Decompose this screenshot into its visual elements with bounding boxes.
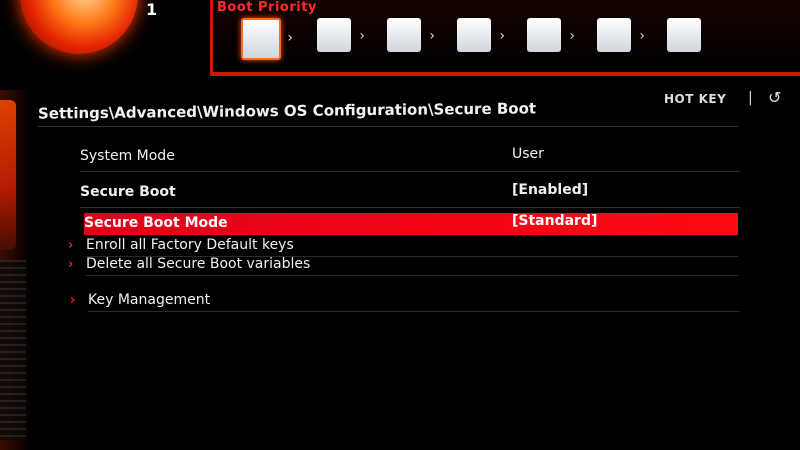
- chevron-right-icon: ›: [68, 257, 74, 272]
- setting-value[interactable]: [Enabled]: [512, 182, 588, 198]
- submenu-key-management[interactable]: › Key Management: [70, 292, 740, 312]
- boot-device-7[interactable]: [667, 18, 701, 52]
- submenu-enroll-default-keys[interactable]: › Enroll all Factory Default keys: [68, 237, 738, 257]
- setting-row-secure-boot[interactable]: Secure Boot [Enabled]: [80, 182, 740, 208]
- chevron-right-icon: ›: [68, 238, 74, 253]
- back-icon[interactable]: ↺: [768, 88, 781, 107]
- setting-row-system-mode: System Mode User: [80, 146, 740, 172]
- row-divider: [80, 207, 740, 208]
- submenu-label: Delete all Secure Boot variables: [86, 256, 311, 272]
- setting-value[interactable]: [Standard]: [512, 213, 597, 229]
- dial-badge: 1: [146, 0, 158, 19]
- boot-device-6[interactable]: [597, 18, 645, 52]
- row-divider: [80, 171, 740, 172]
- boot-priority-bar: Boot Priority: [210, 0, 800, 76]
- boot-device-5[interactable]: [527, 18, 575, 52]
- boot-device-4[interactable]: [457, 18, 505, 52]
- boot-device-3[interactable]: [387, 18, 435, 52]
- setting-value: User: [512, 146, 544, 162]
- submenu-label: Key Management: [88, 292, 211, 308]
- hotkey-separator: |: [748, 90, 753, 106]
- submenu-delete-variables[interactable]: › Delete all Secure Boot variables: [68, 256, 738, 276]
- setting-row-secure-boot-mode[interactable]: Secure Boot Mode [Standard]: [84, 213, 738, 235]
- boot-device-1[interactable]: [241, 18, 293, 60]
- setting-label: System Mode: [80, 148, 175, 164]
- breadcrumb: Settings\Advanced\Windows OS Configurati…: [38, 99, 537, 123]
- chevron-right-icon: ›: [70, 293, 76, 308]
- boot-device-2[interactable]: [317, 18, 365, 52]
- left-glow-decor: [0, 100, 16, 250]
- setting-label: Secure Boot Mode: [84, 215, 228, 231]
- row-divider: [88, 311, 740, 312]
- row-divider: [86, 275, 738, 276]
- boot-priority-title: Boot Priority: [217, 0, 317, 15]
- submenu-label: Enroll all Factory Default keys: [86, 237, 294, 253]
- header-divider: [38, 126, 738, 127]
- setting-label: Secure Boot: [80, 184, 176, 200]
- boot-device-list: [241, 18, 737, 60]
- hotkey-button[interactable]: HOT KEY: [664, 92, 726, 106]
- left-lines-decor: [0, 260, 26, 440]
- game-boost-dial[interactable]: [20, 0, 138, 54]
